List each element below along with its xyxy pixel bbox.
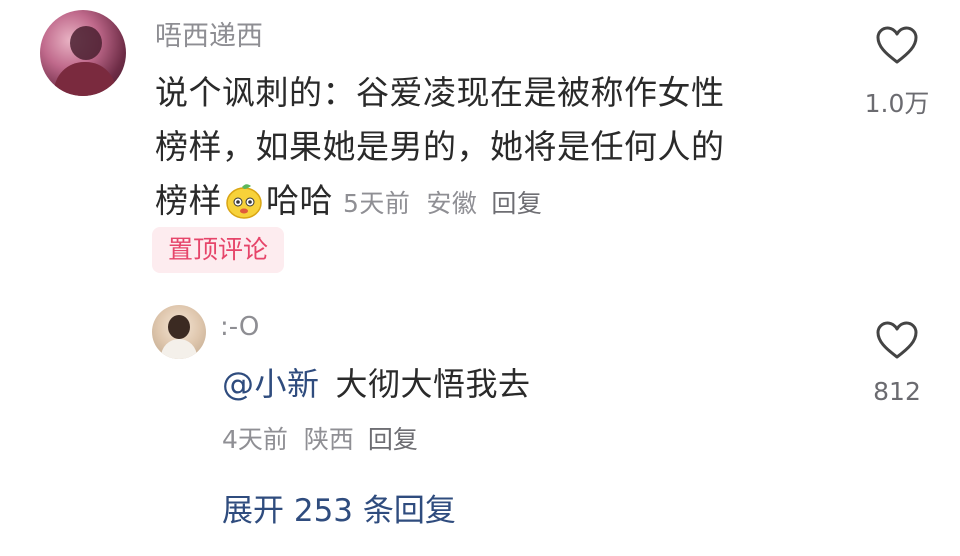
- comment-location: 安徽: [426, 189, 478, 218]
- avatar[interactable]: [40, 10, 126, 96]
- reply-text-content: 大彻大悟我去: [335, 365, 531, 403]
- reply-username[interactable]: :-O: [220, 312, 259, 342]
- comment-text: 说个讽刺的：谷爱凌现在是被称作女性 榜样，如果她是男的，她将是任何人的 榜样 哈…: [155, 66, 835, 231]
- like-count: 1.0万: [864, 89, 930, 118]
- reply-button[interactable]: 回复: [491, 189, 542, 218]
- reply-text: @小新 大彻大悟我去: [222, 362, 531, 406]
- heart-icon: [876, 321, 918, 359]
- comment-text-line: 榜样，如果她是男的，她将是任何人的: [155, 127, 725, 166]
- reply-like-button[interactable]: [875, 320, 919, 364]
- avatar-body: [161, 339, 197, 359]
- expand-replies-button[interactable]: 展开 253 条回复: [222, 485, 456, 530]
- avatar-head: [70, 26, 102, 60]
- comment-time: 5天前: [343, 189, 411, 218]
- like-button[interactable]: [875, 25, 919, 69]
- reply-location: 陕西: [303, 425, 354, 454]
- lemon-face-emoji-icon: [224, 180, 264, 220]
- reply-avatar[interactable]: [152, 305, 206, 359]
- comment-text-fragment: 哈哈: [266, 181, 333, 220]
- comment-text-line: 说个讽刺的：谷爱凌现在是被称作女性: [155, 73, 725, 112]
- avatar-head: [168, 315, 190, 339]
- reply-time: 4天前: [222, 425, 288, 454]
- comment-username[interactable]: 唔西递西: [155, 14, 263, 53]
- avatar-body: [54, 62, 116, 96]
- pinned-comment-badge: 置顶评论: [152, 227, 285, 273]
- comment-text-fragment: 榜样: [155, 181, 222, 220]
- reply-like-count: 812: [873, 377, 921, 406]
- comment-text-line: 榜样 哈哈 5天前 安徽 回复: [155, 174, 835, 231]
- heart-icon: [876, 26, 918, 64]
- reply-meta: 4天前 陕西 回复: [222, 420, 418, 456]
- reply-reply-button[interactable]: 回复: [368, 425, 418, 454]
- mention-link[interactable]: @小新: [222, 365, 320, 403]
